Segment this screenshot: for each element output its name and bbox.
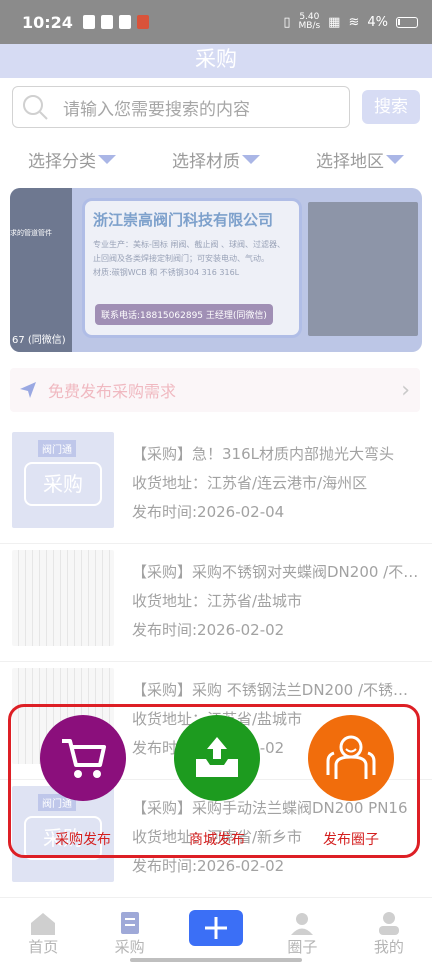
tab-purchase[interactable]: 采购 [86, 902, 172, 964]
publish-circle-label: 发布圈子 [323, 832, 379, 848]
community-icon [291, 913, 314, 935]
search-placeholder: 请输入您需要搜索的内容 [63, 99, 250, 120]
tab-publish[interactable] [173, 902, 259, 964]
banner-card: 浙江崇高阀门科技有限公司 专业生产：美标-国标 闸阀、截止阀 、球阀、过滤器、 … [82, 198, 302, 338]
mail-icon [100, 15, 113, 29]
publish-action-panel: 采购发布 商城发布 发布圈子 [8, 704, 420, 858]
contact-phone: 联系电话:18815062895 王经理(同微信) [95, 304, 273, 325]
wifi-icon: ≋ [348, 14, 360, 30]
search-icon [23, 95, 48, 120]
company-name: 浙江崇高阀门科技有限公司 [93, 211, 274, 229]
publish-purchase-label: 采购发布 [55, 832, 111, 848]
chevron-right-icon: › [401, 377, 410, 403]
item-title: 【采购】急！316L材质内部抛光大弯头 [132, 445, 394, 463]
item-title: 【采购】采购不锈钢对夹蝶阀DN200 /不锈钢对夹 [132, 563, 422, 581]
company-desc-1: 专业生产：美标-国标 闸阀、截止阀 、球阀、过滤器、 [93, 240, 285, 249]
search-row: 请输入您需要搜索的内容 搜索 [12, 86, 422, 128]
item-time: 发布时间:2026-02-02 [132, 621, 285, 639]
sim-icon [82, 15, 95, 29]
battery-percent: 4% [367, 14, 388, 30]
network-speed: 5.40 MB/s [298, 12, 321, 31]
tab-home[interactable]: 首页 [0, 902, 86, 964]
search-button[interactable]: 搜索 [362, 90, 420, 124]
banner-prev-slide: 求的管道管件 67 (同微信) [10, 188, 72, 352]
list-item[interactable]: 阀门通 采购 【采购】急！316L材质内部抛光大弯头 收货地址：江苏省/连云港市… [0, 426, 432, 544]
status-right: ▯ 5.40 MB/s ▦ ≋ 4% [283, 13, 418, 31]
publish-purchase-action[interactable]: 采购发布 [33, 715, 133, 849]
cart-icon[interactable] [40, 715, 126, 801]
document-icon [120, 912, 139, 934]
paper-plane-icon [20, 382, 36, 398]
battery-icon [396, 16, 418, 28]
profile-icon [378, 912, 399, 935]
home-indicator [130, 958, 302, 962]
list-item[interactable]: 【采购】采购不锈钢对夹蝶阀DN200 /不锈钢对夹 收货地址：江苏省/盐城市 发… [0, 544, 432, 662]
tab-community[interactable]: 圈子 [259, 902, 345, 964]
item-info: 【采购】急！316L材质内部抛光大弯头 收货地址：江苏省/连云港市/海州区 发布… [132, 440, 422, 527]
vibrate-icon: ▯ [283, 14, 291, 30]
valve-photo [308, 202, 418, 336]
dropdown-arrow-icon [242, 154, 260, 164]
ad-banner[interactable]: 求的管道管件 67 (同微信) 浙江崇高阀门科技有限公司 专业生产：美标-国标 … [10, 188, 422, 352]
publish-demand-bar[interactable]: 免费发布采购需求 › [10, 368, 420, 412]
app-notification-icon [136, 15, 149, 29]
filter-region[interactable]: 选择地区 [316, 146, 404, 172]
item-title: 【采购】采购 不锈钢法兰DN200 /不锈钢法兰 [132, 681, 422, 699]
dropdown-arrow-icon [386, 154, 404, 164]
item-thumbnail [12, 550, 114, 646]
tab-profile[interactable]: 我的 [346, 902, 432, 964]
item-address: 收货地址：江苏省/连云港市/海州区 [132, 474, 368, 492]
home-icon [31, 913, 56, 935]
status-time: 10:24 [22, 12, 73, 32]
search-input[interactable]: 请输入您需要搜索的内容 [12, 86, 350, 128]
bottom-tabbar: 首页 采购 圈子 我的 [0, 902, 432, 964]
page-title: 采购 [195, 47, 237, 71]
upload-tray-icon[interactable] [174, 715, 260, 801]
publish-demand-label: 免费发布采购需求 [48, 382, 177, 401]
company-desc-2: 止回阀及各类焊接定制阀门；可安装电动、气动。 [93, 254, 269, 263]
item-address: 收货地址：江苏省/盐城市 [132, 592, 303, 610]
signal-icon: ▦ [328, 14, 341, 30]
filter-category[interactable]: 选择分类 [28, 146, 116, 172]
item-info: 【采购】采购不锈钢对夹蝶阀DN200 /不锈钢对夹 收货地址：江苏省/盐城市 发… [132, 558, 422, 645]
item-time: 发布时间:2026-02-04 [132, 503, 285, 521]
notification-icons [82, 15, 149, 29]
publish-mall-action[interactable]: 商城发布 [167, 715, 267, 849]
status-bar: 10:24 ▯ 5.40 MB/s ▦ ≋ 4% [0, 0, 432, 44]
tiktok-icon [118, 15, 131, 29]
plus-icon[interactable] [189, 910, 244, 946]
dropdown-arrow-icon [98, 154, 116, 164]
filter-bar: 选择分类 选择材质 选择地区 [0, 146, 432, 172]
filter-material[interactable]: 选择材质 [172, 146, 260, 172]
item-thumbnail: 阀门通 采购 [12, 432, 114, 528]
publish-circle-action[interactable]: 发布圈子 [301, 715, 401, 849]
company-desc-3: 材质:碳钢WCB 和 不锈钢304 316 316L [93, 268, 240, 277]
page-header: 采购 [0, 44, 432, 78]
publish-mall-label: 商城发布 [189, 832, 245, 848]
group-icon[interactable] [308, 715, 394, 801]
